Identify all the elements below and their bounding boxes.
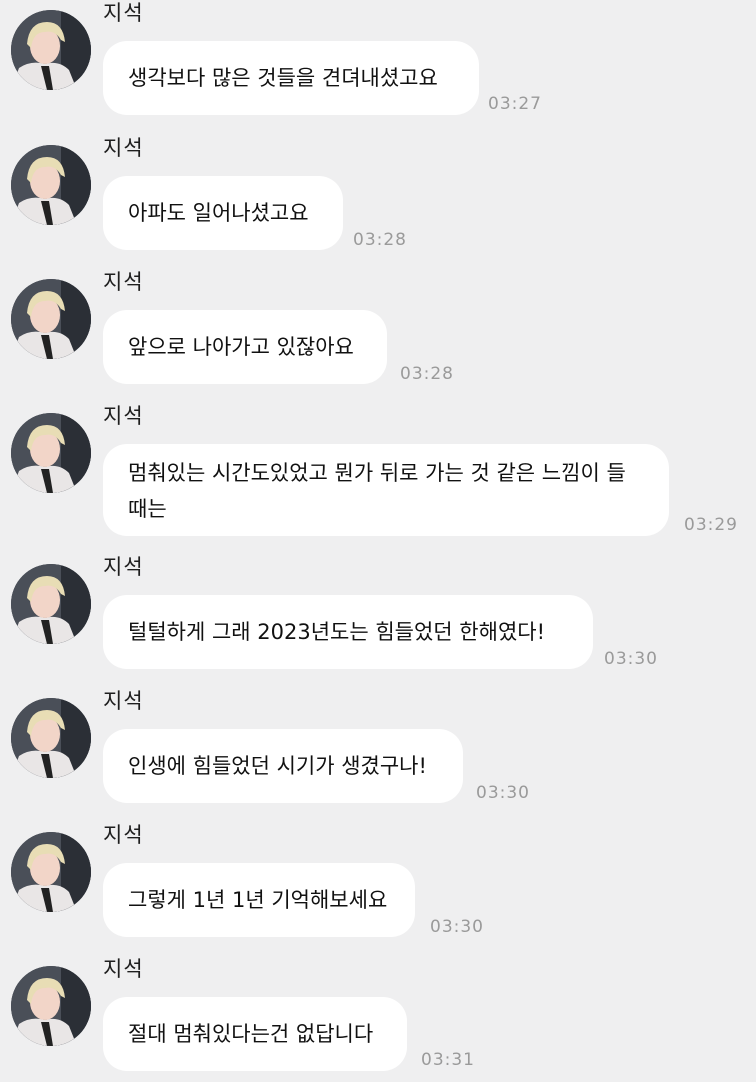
message-timestamp: 03:30 [430,917,484,937]
message-text: 절대 멈춰있다는건 없답니다 [128,1022,374,1046]
message-timestamp: 03:31 [421,1050,475,1070]
avatar[interactable] [11,279,91,359]
sender-name: 지석 [103,270,144,294]
message-bubble[interactable]: 생각보다 많은 것들을 견뎌내셨고요 [103,41,479,115]
message-bubble[interactable]: 인생에 힘들었던 시기가 생겼구나! [103,729,463,803]
sender-name: 지석 [103,136,144,160]
message-bubble[interactable]: 그렇게 1년 1년 기억해보세요 [103,863,415,937]
message-text: 아파도 일어나셨고요 [128,201,309,225]
message-text: 멈춰있는 시간도있었고 뭔가 뒤로 가는 것 같은 느낌이 들 때는 [128,461,626,521]
message-timestamp: 03:28 [353,230,407,250]
avatar[interactable] [11,698,91,778]
message-bubble[interactable]: 앞으로 나아가고 있잖아요 [103,310,387,384]
sender-name: 지석 [103,957,144,981]
sender-name: 지석 [103,823,144,847]
message-text: 인생에 힘들었던 시기가 생겼구나! [128,754,427,778]
avatar[interactable] [11,413,91,493]
message-timestamp: 03:27 [488,94,542,114]
avatar[interactable] [11,145,91,225]
avatar[interactable] [11,10,91,90]
sender-name: 지석 [103,555,144,579]
message-timestamp: 03:30 [604,649,658,669]
avatar[interactable] [11,966,91,1046]
avatar[interactable] [11,564,91,644]
message-timestamp: 03:28 [400,364,454,384]
message-text: 생각보다 많은 것들을 견뎌내셨고요 [128,66,438,90]
message-text: 털털하게 그래 2023년도는 힘들었던 한해였다! [128,620,546,644]
avatar[interactable] [11,832,91,912]
sender-name: 지석 [103,404,144,428]
message-bubble[interactable]: 아파도 일어나셨고요 [103,176,343,250]
message-timestamp: 03:30 [476,783,530,803]
message-bubble[interactable]: 절대 멈춰있다는건 없답니다 [103,997,407,1071]
sender-name: 지석 [103,689,144,713]
message-timestamp: 03:29 [684,515,738,535]
message-bubble[interactable]: 털털하게 그래 2023년도는 힘들었던 한해였다! [103,595,593,669]
message-text: 앞으로 나아가고 있잖아요 [128,335,354,359]
message-text: 그렇게 1년 1년 기억해보세요 [128,888,388,912]
message-bubble[interactable]: 멈춰있는 시간도있었고 뭔가 뒤로 가는 것 같은 느낌이 들 때는 [103,444,669,536]
sender-name: 지석 [103,1,144,25]
